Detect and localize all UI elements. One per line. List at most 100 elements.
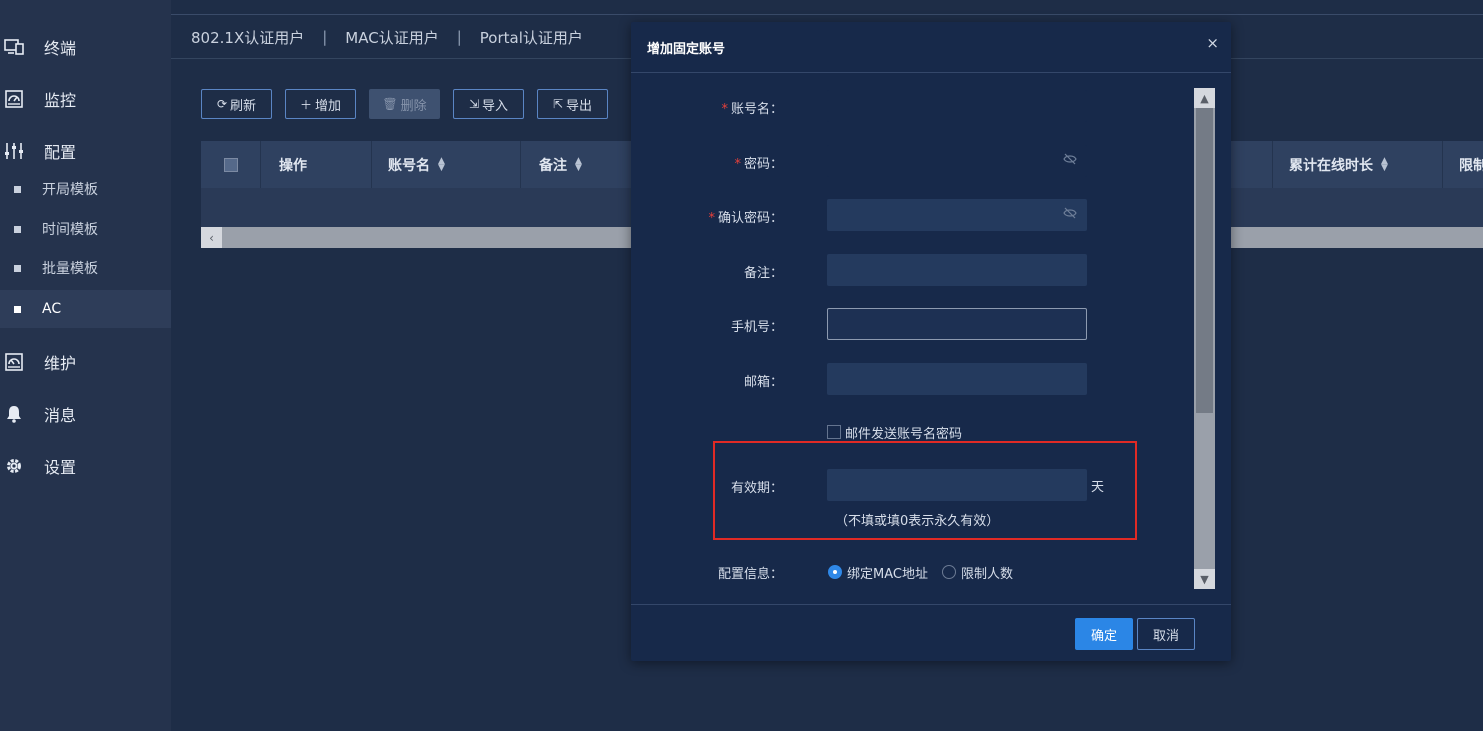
export-label: 导出 [566,98,593,114]
cancel-button[interactable]: 取消 [1137,618,1195,650]
email-input[interactable] [827,363,1087,395]
label-text: 账号名： [730,102,783,117]
select-all-checkbox[interactable] [223,157,238,172]
email-label: 邮箱： [743,375,783,390]
email-send-label: 邮件发送账号名密码 [845,427,963,442]
bullet-icon [14,225,21,233]
required-mark: * [721,102,728,117]
delete-label: 删除 [400,98,427,114]
scrollbar-thumb[interactable] [1196,108,1213,413]
eye-off-icon[interactable] [1063,153,1077,168]
label-text: 确认密码： [717,211,783,226]
add-button[interactable]: ＋增加 [285,89,356,119]
header-limit: 限制 [1443,141,1483,188]
add-account-dialog: 增加固定账号 × * 账号名： * 密码： * 确认密码： 备注： 手机号： 邮箱： [631,22,1231,661]
monitor-icon [4,37,24,57]
confirm-password-label: * 确认密码： [631,207,783,226]
toolbar: ⟳ 刷新 ＋增加 🗑 删除 ⇲ 导入 ⇱ 导出 [201,89,608,119]
nav-label: 设置 [44,458,77,477]
tab-8021x[interactable]: 802.1X认证用户 [191,27,304,48]
import-label: 导入 [482,98,509,114]
confirm-button[interactable]: 确定 [1075,618,1133,650]
nav-item-config[interactable]: 配置 [0,131,171,171]
tab-portal[interactable]: Portal认证用户 [480,27,583,48]
password-input[interactable] [827,145,1087,177]
nav-item-maintenance[interactable]: 维护 [0,342,171,382]
confirm-password-input[interactable] [827,199,1087,231]
chevron-up-icon[interactable]: ▲ [1194,88,1215,108]
bullet-icon [14,305,21,313]
nav-label: 配置 [44,143,77,162]
gear-icon [4,456,24,476]
header-account[interactable]: 账号名 ▲ ▼ [372,141,521,188]
sub-item-label: 开局模板 [42,182,98,198]
sub-item-boot-template[interactable]: 开局模板 [0,170,171,208]
sub-item-ac[interactable]: AC [0,290,171,328]
sort-icon[interactable]: ▲ ▼ [1381,156,1388,172]
header-label: 账号名 [388,157,430,174]
vertical-scrollbar[interactable]: ▲ ▼ [1194,88,1215,589]
maintenance-icon [4,352,24,372]
dialog-title: 增加固定账号 [647,42,726,57]
header-select-all[interactable] [201,141,261,188]
bell-icon [4,404,24,424]
bullet-icon [14,185,21,193]
export-icon: ⇱ [552,97,564,111]
trash-icon: 🗑 [382,97,398,111]
required-mark: * [708,211,715,226]
header-online-duration[interactable]: 累计在线时长 ▲ ▼ [1273,141,1443,188]
sub-item-label: 时间模板 [42,222,98,238]
radio-bind-mac-label: 绑定MAC地址 [847,567,928,582]
eye-off-icon[interactable] [1063,207,1077,222]
password-label: * 密码： [631,153,783,172]
refresh-button[interactable]: ⟳ 刷新 [201,89,272,119]
plus-icon: ＋ [299,97,312,112]
account-input[interactable] [827,90,1087,122]
radio-limit-users-label: 限制人数 [961,567,1014,582]
remark-label: 备注： [743,266,783,281]
tab-mac[interactable]: MAC认证用户 [345,27,438,48]
sidebar: 终端 监控 配置 开局模板 时间模板 批量模板 AC 维护 消息 设置 [0,0,171,731]
required-mark: * [734,157,741,172]
header-label: 累计在线时长 [1289,157,1373,174]
config-label: 配置信息： [717,567,783,582]
nav-item-terminal[interactable]: 终端 [0,27,171,67]
tab-separator: | [456,28,462,46]
dialog-header: 增加固定账号 × [631,22,1231,73]
nav-label: 终端 [44,39,77,58]
export-button[interactable]: ⇱ 导出 [537,89,608,119]
sort-icon[interactable]: ▲ ▼ [438,156,445,172]
dialog-body: * 账号名： * 密码： * 确认密码： 备注： 手机号： 邮箱： 邮件发送账号名密码 [631,73,1231,604]
delete-button[interactable]: 🗑 删除 [369,89,440,119]
sub-item-label: AC [42,301,62,317]
nav-label: 监控 [44,91,77,110]
phone-input[interactable] [827,308,1087,340]
header-action: 操作 [261,141,372,188]
email-send-checkbox[interactable] [827,425,841,439]
sub-item-label: 批量模板 [42,261,98,277]
nav-item-settings[interactable]: 设置 [0,446,171,486]
sub-item-time-template[interactable]: 时间模板 [0,210,171,248]
dashboard-icon [4,89,24,109]
close-icon[interactable]: × [1206,34,1219,52]
nav-item-monitor[interactable]: 监控 [0,79,171,119]
radio-bind-mac[interactable] [828,565,842,579]
sub-item-batch-template[interactable]: 批量模板 [0,249,171,287]
refresh-icon: ⟳ [216,97,228,111]
divider [171,14,1483,15]
nav-item-messages[interactable]: 消息 [0,394,171,434]
header-label: 操作 [279,157,307,174]
tab-separator: | [322,28,328,46]
auth-tabs: 802.1X认证用户 | MAC认证用户 | Portal认证用户 [191,22,583,52]
header-label: 限制 [1459,157,1483,174]
import-icon: ⇲ [468,97,480,111]
chevron-down-icon[interactable]: ▼ [1194,569,1215,589]
chevron-left-icon[interactable]: ‹ [201,227,222,248]
remark-input[interactable] [827,254,1087,286]
phone-label: 手机号： [730,320,783,335]
sort-icon[interactable]: ▲ ▼ [575,156,582,172]
import-button[interactable]: ⇲ 导入 [453,89,524,119]
refresh-label: 刷新 [230,98,257,114]
account-label: * 账号名： [631,98,783,117]
radio-limit-users[interactable] [942,565,956,579]
